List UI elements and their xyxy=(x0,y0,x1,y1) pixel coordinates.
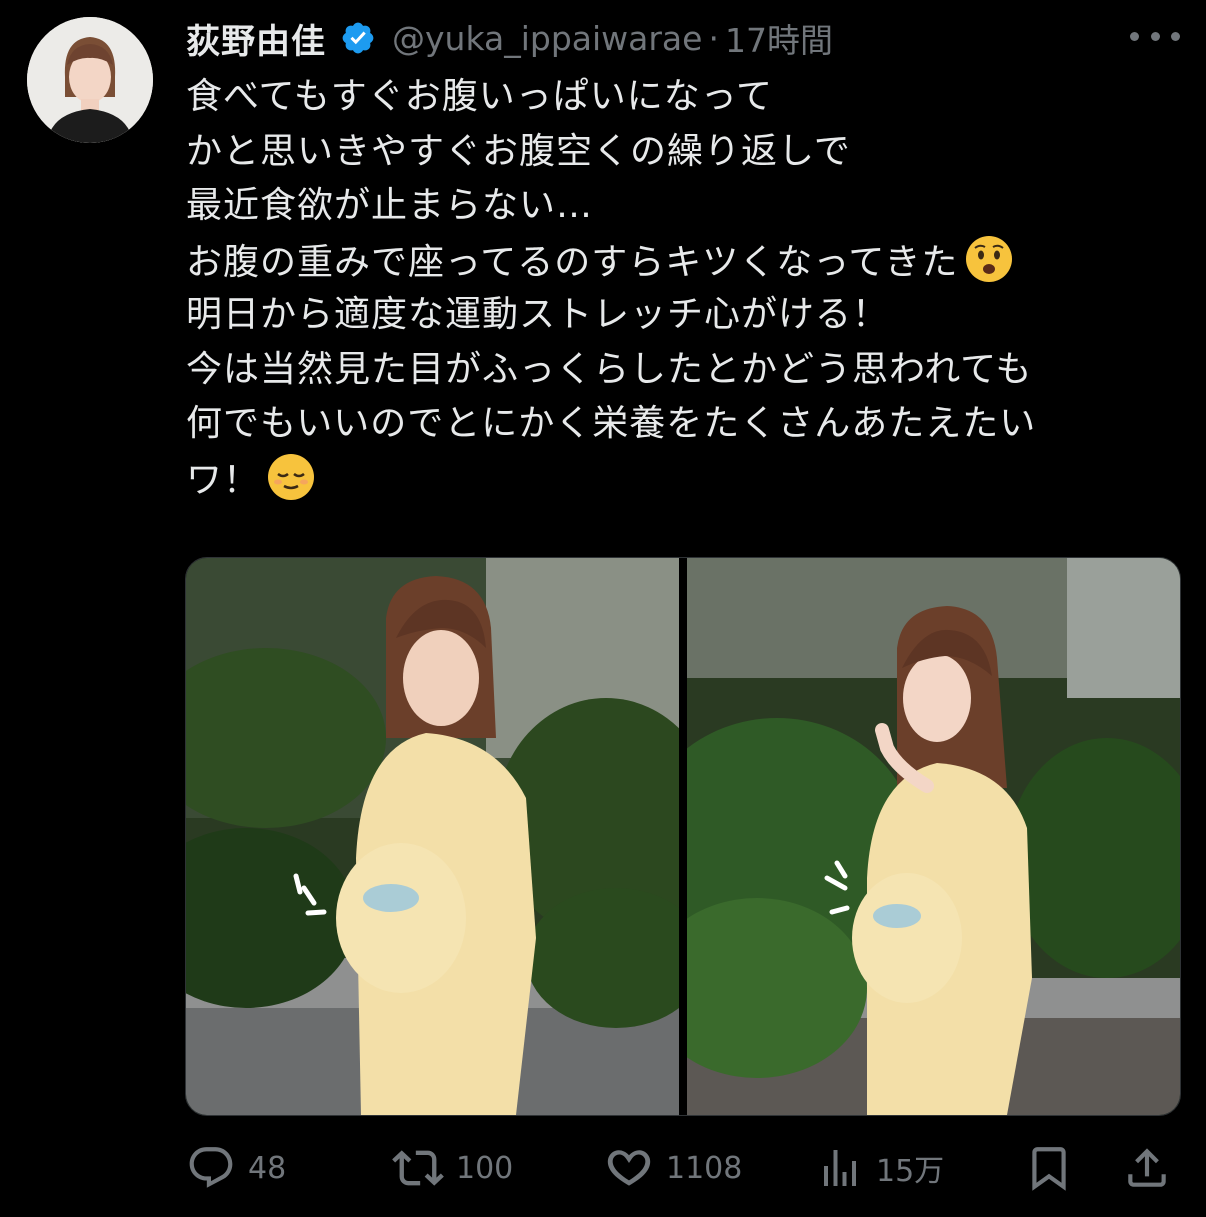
tweet-line-text: 今は当然見た目がふっくらしたとかどう思われても xyxy=(186,348,1033,390)
reply-icon xyxy=(189,1147,233,1188)
author-handle[interactable]: @yuka_ippaiwarae xyxy=(392,19,702,58)
author-name[interactable]: 荻野由佳 xyxy=(186,14,326,63)
tweet-line-text: 最近食欲が止まらない… xyxy=(186,185,594,226)
tweet-line: お腹の重みで座ってるのすらキツくなってきた xyxy=(186,234,1186,289)
action-bar: 48 100 1108 15万 xyxy=(186,1140,1176,1196)
verified-badge-icon xyxy=(340,20,376,56)
timestamp[interactable]: 17時間 xyxy=(725,14,833,62)
relieved-face-emoji xyxy=(266,452,316,502)
tweet-line-text: お腹の重みで座ってるのすらキツくなってきた xyxy=(186,241,959,283)
views-count: 15万 xyxy=(876,1154,945,1189)
like-button[interactable]: 1108 xyxy=(604,1140,742,1196)
anguished-face-emoji xyxy=(964,234,1014,284)
repost-button[interactable]: 100 xyxy=(392,1140,513,1196)
views-icon xyxy=(824,1150,856,1186)
tweet-header: 荻野由佳 @yuka_ippaiwarae · 17時間 xyxy=(186,12,1166,64)
repost-count: 100 xyxy=(456,1150,514,1186)
tweet-line: ワ！ xyxy=(186,452,1186,507)
bookmark-icon xyxy=(1032,1147,1066,1191)
more-dot xyxy=(1130,31,1139,41)
tweet-line: かと思いきやすぐお腹空くの繰り返しで xyxy=(186,125,1186,180)
more-dot xyxy=(1171,31,1180,41)
repost-icon xyxy=(392,1150,444,1186)
like-icon xyxy=(607,1150,651,1186)
tweet-line: 食べてもすぐお腹いっぱいになって xyxy=(186,70,1186,125)
tweet-line: 今は当然見た目がふっくらしたとかどう思われても xyxy=(186,343,1186,398)
tweet-line: 何でもいいのでとにかく栄養をたくさんあたえたい xyxy=(186,397,1186,452)
tweet-line: 最近食欲が止まらない… xyxy=(186,179,1186,234)
tweet-line-text: 食べてもすぐお腹いっぱいになって xyxy=(186,76,773,117)
reply-count: 48 xyxy=(248,1150,287,1186)
share-button[interactable] xyxy=(1122,1140,1172,1196)
photo-2[interactable] xyxy=(687,558,1180,1115)
avatar[interactable] xyxy=(27,17,153,143)
tweet-line: 明日から適度な運動ストレッチ心がける！ xyxy=(186,288,1186,343)
photo-1[interactable] xyxy=(186,558,679,1115)
share-icon xyxy=(1128,1148,1166,1187)
reply-button[interactable]: 48 xyxy=(186,1140,286,1196)
more-dot xyxy=(1150,31,1160,41)
views-button[interactable]: 15万 xyxy=(816,1140,944,1196)
tweet-line-text: ワ！ xyxy=(186,459,261,501)
tweet-line-text: 何でもいいのでとにかく栄養をたくさんあたえたい xyxy=(186,403,1037,444)
tweet-text: 食べてもすぐお腹いっぱいになって かと思いきやすぐお腹空くの繰り返しで 最近食欲… xyxy=(186,70,1186,506)
tweet-line-text: 明日から適度な運動ストレッチ心がける！ xyxy=(186,294,890,335)
media-grid xyxy=(185,557,1181,1116)
like-count: 1108 xyxy=(666,1150,743,1186)
tweet-line-text: かと思いきやすぐお腹空くの繰り返しで xyxy=(186,130,851,172)
separator-dot: · xyxy=(708,18,719,58)
bookmark-button[interactable] xyxy=(1024,1140,1074,1196)
more-icon[interactable] xyxy=(1130,18,1180,54)
